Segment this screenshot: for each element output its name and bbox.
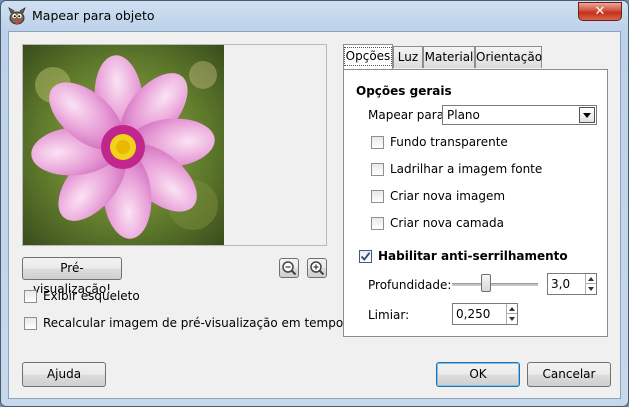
help-button[interactable]: Ajuda: [22, 362, 106, 387]
close-icon: ✕: [594, 4, 606, 19]
chevron-down-icon[interactable]: [579, 107, 595, 123]
ok-button-label: OK: [469, 367, 487, 381]
dialog-body: Pré-visualização! Exibir esqueleto Recal…: [8, 31, 621, 399]
threshold-spin-buttons: [506, 304, 517, 324]
threshold-increment-icon[interactable]: [507, 304, 517, 314]
transparent-background-label: Fundo transparente: [390, 135, 508, 149]
cancel-button-label: Cancelar: [542, 367, 596, 381]
zoom-out-button[interactable]: [279, 258, 299, 278]
antialias-label: Habilitar anti-serrilhamento: [378, 249, 568, 263]
depth-slider-handle[interactable]: [480, 274, 491, 292]
map-to-select[interactable]: Plano: [442, 105, 597, 125]
ok-button[interactable]: OK: [436, 362, 520, 387]
map-to-label: Mapear para:: [368, 108, 449, 122]
show-wireframe-label: Exibir esqueleto: [43, 289, 140, 303]
new-layer-checkbox[interactable]: [371, 217, 384, 230]
new-layer-label: Criar nova camada: [390, 216, 504, 230]
new-image-checkbox[interactable]: [371, 190, 384, 203]
tab-luz[interactable]: Luz: [393, 46, 423, 68]
tile-source-label: Ladrilhar a imagem fonte: [390, 162, 543, 176]
depth-label: Profundidade:: [368, 278, 452, 292]
zoom-out-icon: [282, 261, 297, 276]
depth-spin-buttons: [585, 274, 596, 294]
threshold-spinbox[interactable]: 0,250: [452, 303, 518, 325]
window-title: Mapear para objeto: [32, 8, 155, 23]
help-button-label: Ajuda: [46, 367, 82, 381]
cancel-button[interactable]: Cancelar: [527, 362, 611, 387]
close-button[interactable]: ✕: [578, 2, 622, 21]
title-bar[interactable]: Mapear para objeto ✕: [1, 1, 628, 31]
tab-orientacao[interactable]: Orientação: [475, 46, 542, 68]
preview-image: [23, 45, 224, 245]
checkmark-icon: [360, 252, 371, 261]
general-options-title: Opções gerais: [356, 84, 452, 98]
tab-opcoes[interactable]: Opções: [343, 44, 393, 69]
gimp-icon: [8, 7, 26, 25]
show-wireframe-checkbox[interactable]: [24, 290, 37, 303]
zoom-in-icon: [310, 261, 325, 276]
new-image-label: Criar nova imagem: [390, 189, 506, 203]
preview-button[interactable]: Pré-visualização!: [22, 257, 122, 296]
depth-spinbox[interactable]: 3,0: [547, 273, 597, 295]
zoom-in-button[interactable]: [307, 258, 327, 278]
tab-material[interactable]: Material: [423, 46, 475, 68]
options-panel: Opções gerais Mapear para: Plano Fundo t…: [343, 69, 608, 337]
realtime-recalc-checkbox[interactable]: [24, 317, 37, 330]
threshold-decrement-icon[interactable]: [507, 314, 517, 324]
depth-increment-icon[interactable]: [586, 274, 596, 284]
antialias-checkbox[interactable]: [359, 250, 372, 263]
preview-area: [22, 44, 327, 246]
tile-source-checkbox[interactable]: [371, 163, 384, 176]
realtime-recalc-label: Recalcular imagem de pré-visualização em…: [43, 316, 370, 330]
dialog-window: Mapear para objeto ✕ Pré-visualização! E…: [0, 0, 629, 407]
threshold-value: 0,250: [456, 307, 491, 321]
map-to-value: Plano: [447, 108, 480, 122]
transparent-background-checkbox[interactable]: [371, 136, 384, 149]
threshold-label: Limiar:: [368, 308, 410, 322]
depth-value: 3,0: [551, 277, 571, 291]
depth-slider-track[interactable]: [452, 283, 538, 286]
depth-decrement-icon[interactable]: [586, 284, 596, 294]
